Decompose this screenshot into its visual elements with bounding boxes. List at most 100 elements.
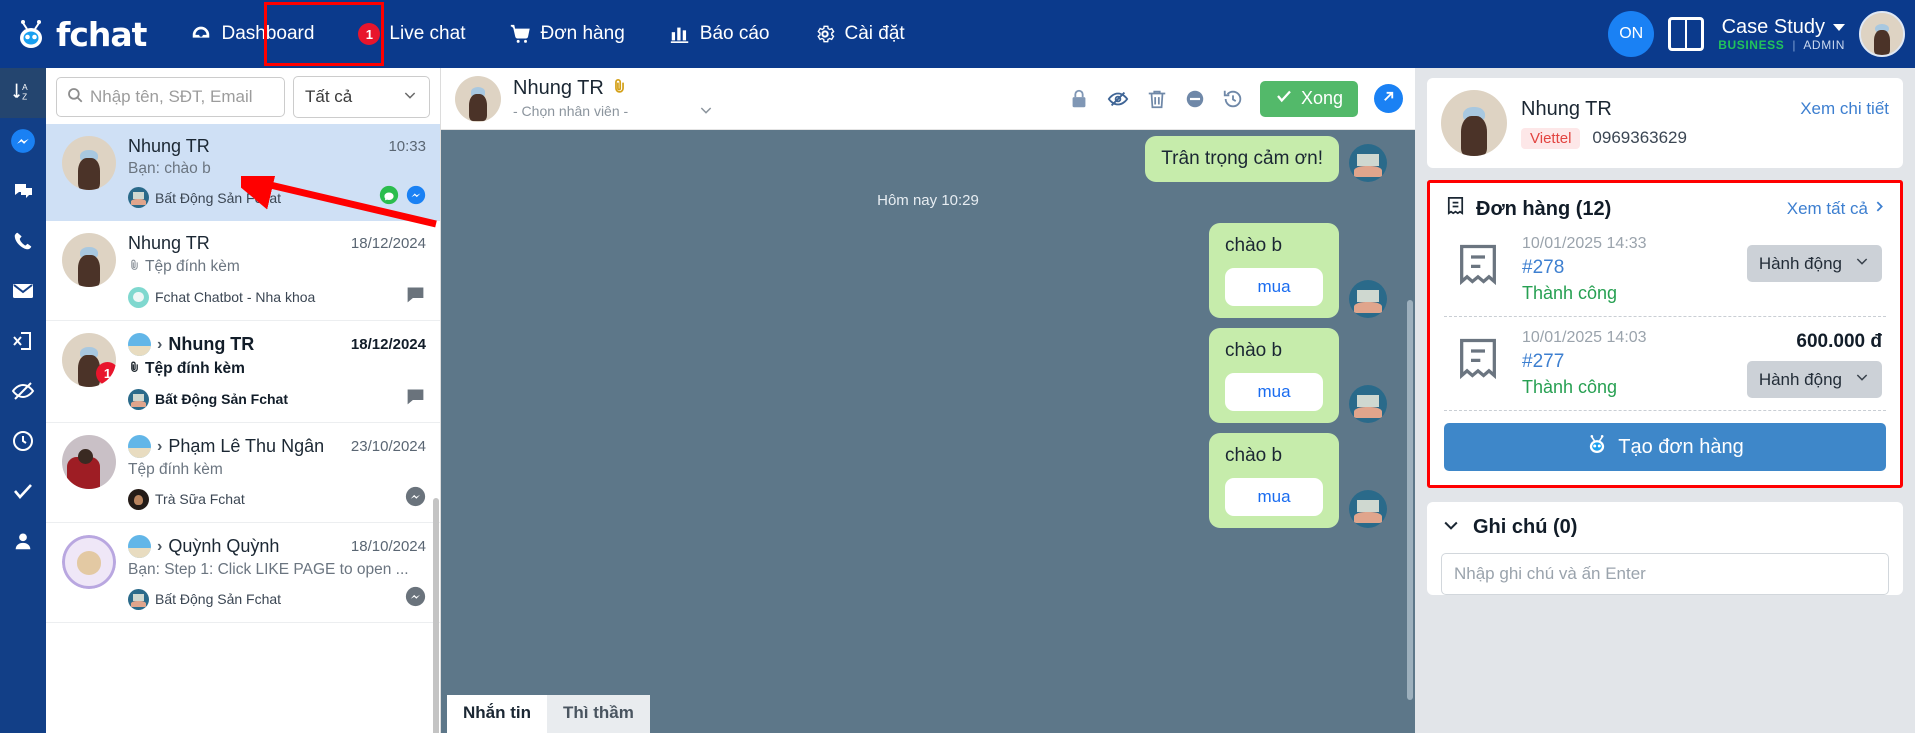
order-id[interactable]: #278: [1522, 257, 1731, 279]
rail-item-history[interactable]: [0, 418, 46, 468]
rail-item-comments[interactable]: [0, 168, 46, 218]
conversation-page: Trà Sữa Fchat: [155, 491, 245, 507]
message-button[interactable]: mua: [1225, 373, 1323, 411]
message-button[interactable]: mua: [1225, 268, 1323, 306]
rail-item-done[interactable]: [0, 468, 46, 518]
conversation-time: 18/12/2024: [350, 235, 426, 252]
rail-item-sort[interactable]: AZ: [0, 68, 46, 118]
order-action-dropdown[interactable]: Hành động: [1746, 361, 1882, 398]
attachment-icon: [128, 359, 141, 379]
account-menu[interactable]: Case Study BUSINESS | ADMIN: [1718, 16, 1845, 53]
conversation-page: Fchat Chatbot - Nha khoa: [155, 289, 316, 305]
message-bubble: chào b mua: [1209, 328, 1339, 423]
rail-item-email[interactable]: [0, 268, 46, 318]
tab-whisper[interactable]: Thì thầm: [547, 695, 650, 733]
done-label: Xong: [1300, 88, 1343, 108]
conversation-snippet: Tệp đính kèm: [128, 461, 223, 478]
view-detail-link[interactable]: Xem chi tiết: [1800, 99, 1889, 119]
customer-phone: 0969363629: [1592, 128, 1687, 147]
trash-icon[interactable]: [1146, 88, 1168, 110]
avatar: 1: [62, 333, 116, 387]
rail-item-hidden[interactable]: [0, 368, 46, 418]
block-icon[interactable]: [1184, 88, 1206, 110]
conversation-scrollbar[interactable]: [433, 498, 439, 733]
rail-item-messenger[interactable]: [0, 118, 46, 168]
nav-item-live-chat[interactable]: 1 Live chat: [336, 0, 487, 68]
eye-slash-icon[interactable]: [1106, 88, 1130, 110]
nav-item-settings[interactable]: Cài đặt: [792, 0, 927, 68]
search-box[interactable]: [56, 77, 285, 117]
note-input[interactable]: [1454, 564, 1876, 584]
conversation-list: Nhung TR 10:33 Bạn: chào b Bất Động Sản …: [46, 124, 440, 733]
order-date: 10/01/2025 14:03: [1522, 329, 1647, 346]
avatar: [1349, 144, 1387, 182]
status-toggle-on[interactable]: ON: [1608, 11, 1655, 57]
filter-selected-value: Tất cả: [305, 87, 353, 106]
notes-title: Ghi chú (0): [1473, 516, 1578, 538]
message-text: chào b: [1225, 340, 1283, 361]
page-avatar: [128, 286, 149, 308]
tab-message[interactable]: Nhắn tin: [447, 695, 547, 733]
chevron-down-icon: [698, 102, 714, 121]
open-external-button[interactable]: [1374, 84, 1403, 113]
message-button[interactable]: mua: [1225, 478, 1323, 516]
nav-item-reports[interactable]: Báo cáo: [647, 0, 792, 68]
conversation-page: Bất Động Sản Fchat: [155, 391, 289, 407]
fchat-robot-icon: [14, 17, 48, 51]
top-right-controls: ON Case Study BUSINESS | ADMIN: [1608, 11, 1915, 57]
search-input[interactable]: [90, 87, 275, 107]
rail-item-external[interactable]: [0, 318, 46, 368]
user-avatar[interactable]: [1859, 11, 1905, 57]
chevron-right-icon: ›: [157, 537, 163, 555]
orders-header: Đơn hàng (12) Xem tất cả: [1444, 195, 1886, 223]
rail-item-phone[interactable]: [0, 218, 46, 268]
conversation-name: Phạm Lê Thu Ngân: [168, 436, 325, 456]
nav-item-orders[interactable]: Đơn hàng: [487, 0, 646, 68]
create-order-button[interactable]: Tạo đơn hàng: [1444, 423, 1886, 471]
nav-label-dashboard: Dashboard: [221, 23, 315, 44]
rail-item-user[interactable]: [0, 518, 46, 568]
page-avatar: [128, 488, 149, 510]
message-text: chào b: [1225, 235, 1283, 256]
attachment-icon[interactable]: [611, 77, 628, 100]
assignee-select[interactable]: - Chọn nhân viên -: [513, 102, 714, 121]
conversation-page: Bất Động Sản Fchat: [155, 591, 282, 607]
brand-logo[interactable]: fchat: [0, 15, 147, 54]
chevron-right-icon: ›: [157, 437, 163, 455]
bar-chart-icon: [669, 23, 691, 45]
avatar: [62, 535, 116, 589]
conversation-item[interactable]: Nhung TR 10:33 Bạn: chào b Bất Động Sản …: [46, 124, 440, 221]
conversation-item[interactable]: › Phạm Lê Thu Ngân 23/10/2024 Tệp đính k…: [46, 423, 440, 523]
conversation-snippet: Bạn: Step 1: Click LIKE PAGE to open ...: [128, 561, 409, 578]
conversation-page: Bất Động Sản Fchat: [155, 189, 282, 206]
note-input-wrapper[interactable]: [1441, 553, 1889, 595]
chat-scrollbar[interactable]: [1407, 300, 1413, 700]
conversation-name: Quỳnh Quỳnh: [168, 536, 280, 556]
order-id[interactable]: #277: [1522, 351, 1731, 373]
orders-highlight-box: Đơn hàng (12) Xem tất cả 10/01/2025 14:3…: [1427, 180, 1903, 488]
view-all-label: Xem tất cả: [1786, 199, 1868, 218]
chevron-down-icon: [402, 87, 418, 108]
conversation-item[interactable]: › Quỳnh Quỳnh 18/10/2024 Bạn: Step 1: Cl…: [46, 523, 440, 623]
conversation-item[interactable]: Nhung TR 18/12/2024 Tệp đính kèm Fchat C…: [46, 221, 440, 321]
nav-item-dashboard[interactable]: Dashboard: [168, 0, 336, 68]
view-all-orders-link[interactable]: Xem tất cả: [1787, 199, 1886, 219]
conversation-time: 23/10/2024: [350, 438, 426, 455]
lock-icon[interactable]: [1068, 88, 1090, 110]
search-icon: [66, 86, 84, 109]
notes-header[interactable]: Ghi chú (0): [1441, 515, 1889, 540]
attachment-icon: [128, 257, 141, 277]
conversation-filter-select[interactable]: Tất cả: [293, 76, 430, 118]
split-view-icon[interactable]: [1668, 17, 1705, 51]
conversation-channels: [405, 586, 426, 612]
order-action-dropdown[interactable]: Hành động: [1746, 245, 1882, 282]
chevron-down-icon: [1854, 369, 1870, 390]
chevron-down-icon: [1833, 23, 1845, 31]
done-button[interactable]: Xong: [1259, 80, 1358, 117]
app-root: fchat Dashboard 1 Live chat Đơn hàng Báo…: [0, 0, 1915, 733]
customer-name: Nhung TR: [1521, 97, 1612, 120]
conversation-item[interactable]: 1 › Nhung TR 18/12/2024 Tệp đính kèm Bất…: [46, 321, 440, 423]
cart-icon: [509, 23, 531, 45]
chevron-right-icon: [1873, 199, 1886, 219]
history-icon[interactable]: [1222, 88, 1244, 110]
